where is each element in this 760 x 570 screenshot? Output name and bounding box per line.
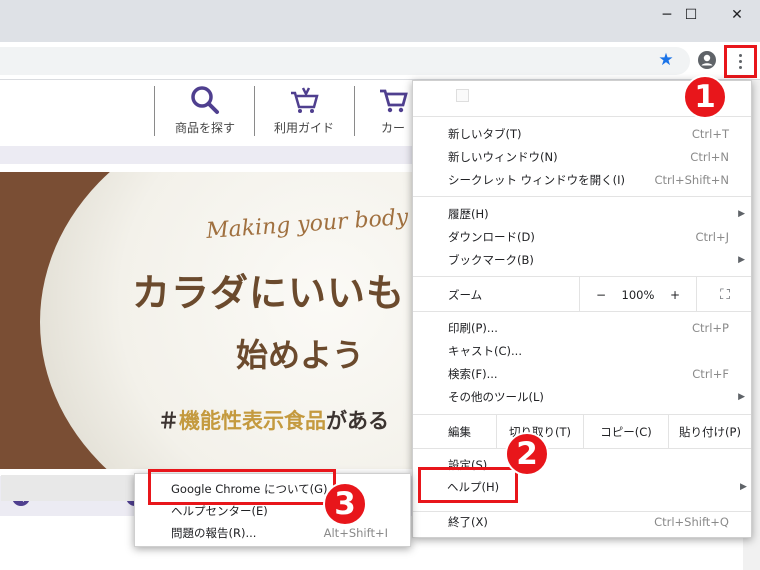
nav-cart[interactable]: カー [368, 84, 418, 136]
nav-divider [254, 86, 255, 136]
zoom-in-button[interactable]: + [665, 284, 685, 307]
menu-print[interactable]: 印刷(P)... [448, 317, 498, 340]
menu-separator [413, 276, 751, 277]
dot-icon [739, 66, 742, 69]
menu-paste-button[interactable]: 貼り付け(P) [669, 421, 751, 444]
close-icon[interactable]: ✕ [714, 0, 760, 30]
menu-zoom-label: ズーム [448, 288, 483, 302]
menu-edit-label: 編集 [448, 425, 471, 439]
fullscreen-icon[interactable]: ⛶ [713, 284, 737, 307]
shortcut-incognito: Ctrl+Shift+N [654, 173, 729, 187]
shortcut-new-window: Ctrl+N [690, 150, 729, 164]
annotation-badge-3: 3 [323, 482, 367, 526]
submenu-report-issue[interactable]: 問題の報告(R)... [171, 522, 256, 545]
annotation-badge-1: 1 [683, 75, 727, 119]
zoom-level: 100% [621, 288, 655, 302]
menu-copy-button[interactable]: コピー(C) [584, 421, 668, 444]
maximize-icon[interactable]: ☐ [668, 0, 714, 30]
zoom-out-button[interactable]: − [591, 284, 611, 307]
dot-icon [739, 60, 742, 63]
menu-more-tools[interactable]: その他のツール(L) [448, 386, 544, 409]
hero-tagline: ＃機能性表示食品がある [158, 405, 389, 435]
hero-tag-rest: がある [326, 409, 389, 433]
nav-usage-guide[interactable]: 利用ガイド [258, 84, 350, 136]
menu-incognito[interactable]: シークレット ウィンドウを開く(I) [448, 169, 625, 192]
hero-tag-highlight: 機能性表示食品 [179, 409, 326, 433]
cart-icon [380, 89, 408, 113]
shortcut-downloads: Ctrl+J [695, 230, 730, 244]
profile-avatar-icon[interactable] [697, 50, 717, 70]
annotation-badge-2: 2 [505, 432, 549, 476]
nav-label: 利用ガイド [273, 121, 334, 135]
menu-separator [413, 311, 751, 312]
menu-bookmarks[interactable]: ブックマーク(B) [448, 249, 534, 272]
hero-tag-hash: ＃ [158, 409, 179, 433]
shortcut-find: Ctrl+F [692, 367, 729, 381]
shortcut-exit: Ctrl+Shift+Q [654, 515, 729, 529]
bookmark-star-icon[interactable]: ★ [656, 49, 676, 71]
annotation-box-help [418, 467, 518, 503]
menu-exit[interactable]: 終了(X) [448, 511, 488, 534]
menu-separator [413, 196, 751, 197]
menu-cast[interactable]: キャスト(C)... [448, 340, 522, 363]
zoom-divider [579, 277, 580, 311]
chrome-menu-button[interactable] [724, 45, 757, 78]
nav-divider [154, 86, 155, 136]
address-bar[interactable] [0, 47, 690, 75]
nav-divider [354, 86, 355, 136]
shortcut-new-tab: Ctrl+T [691, 127, 729, 141]
cart-guide-icon [291, 87, 319, 113]
nav-search-products[interactable]: 商品を探す [160, 84, 250, 136]
dot-icon [739, 54, 742, 57]
menu-separator [413, 448, 751, 449]
menu-new-window[interactable]: 新しいウィンドウ(N) [448, 146, 558, 169]
submenu-arrow-icon: ▶ [738, 392, 745, 402]
search-icon [191, 86, 219, 114]
submenu-arrow-icon: ▶ [738, 209, 745, 219]
menu-separator [413, 414, 751, 415]
nav-label: 商品を探す [174, 121, 235, 135]
annotation-box-about [148, 469, 336, 505]
submenu-arrow-icon: ▶ [738, 255, 745, 265]
hero-subheadline: 始めよう [236, 336, 365, 374]
menu-find[interactable]: 検索(F)... [448, 363, 498, 386]
menu-new-tab[interactable]: 新しいタブ(T) [448, 123, 522, 146]
hero-headline: カラダにいいも [132, 271, 406, 315]
shortcut-print: Ctrl+P [691, 321, 729, 335]
menu-placeholder-icon [456, 89, 469, 102]
nav-label: カー [380, 121, 405, 135]
submenu-arrow-icon: ▶ [740, 482, 747, 492]
zoom-divider [696, 277, 697, 311]
nav-band [0, 146, 412, 164]
menu-downloads[interactable]: ダウンロード(D) [448, 226, 535, 249]
menu-history[interactable]: 履歴(H) [448, 203, 489, 226]
shortcut-report-issue: Alt+Shift+I [323, 526, 388, 540]
